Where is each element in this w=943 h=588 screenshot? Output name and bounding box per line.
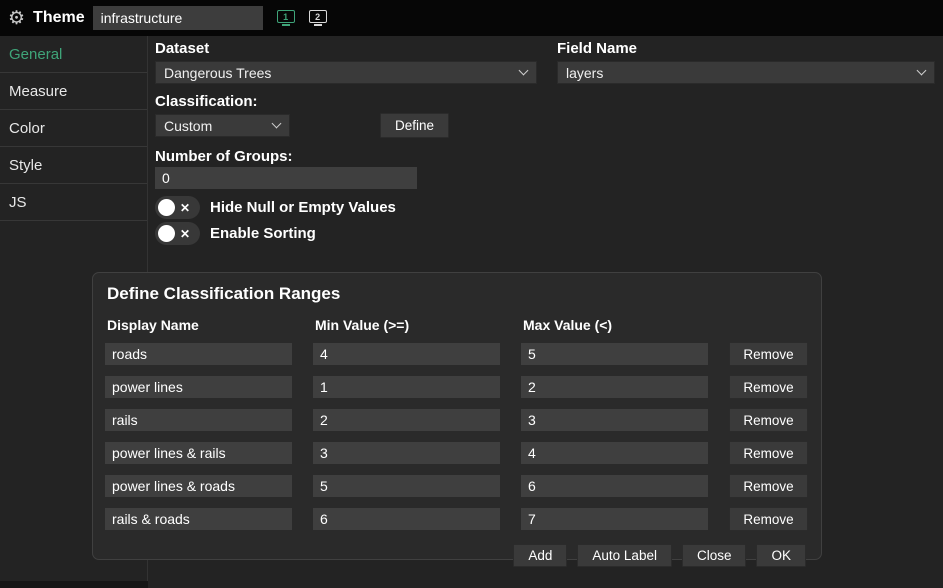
enable-sorting-toggle[interactable]: ✕ bbox=[155, 222, 200, 245]
define-button[interactable]: Define bbox=[380, 113, 450, 138]
remove-button[interactable]: Remove bbox=[729, 408, 808, 432]
ok-button[interactable]: OK bbox=[756, 544, 806, 567]
toggle-knob bbox=[158, 225, 175, 242]
sidebar-item-style[interactable]: Style bbox=[0, 147, 147, 184]
display-name-input[interactable] bbox=[105, 343, 292, 365]
define-classification-ranges-panel: Define Classification Ranges Display Nam… bbox=[92, 272, 822, 567]
remove-button[interactable]: Remove bbox=[729, 342, 808, 366]
sidebar-item-js[interactable]: JS bbox=[0, 184, 147, 221]
theme-name-input[interactable] bbox=[92, 6, 263, 30]
max-value-input[interactable] bbox=[521, 343, 708, 365]
min-value-input[interactable] bbox=[313, 475, 500, 497]
field-name-label: Field Name bbox=[557, 40, 638, 57]
toggle-off-icon: ✕ bbox=[180, 200, 191, 215]
enable-sorting-label: Enable Sorting bbox=[210, 225, 316, 242]
min-value-input[interactable] bbox=[313, 508, 500, 530]
screen-2-icon[interactable]: 2 bbox=[308, 10, 327, 26]
screen-1-box: 1 bbox=[276, 10, 295, 23]
column-header-max-value: Max Value (<) bbox=[523, 317, 613, 333]
display-name-input[interactable] bbox=[105, 508, 292, 530]
number-of-groups-label: Number of Groups: bbox=[155, 148, 293, 165]
column-header-display-name: Display Name bbox=[107, 317, 199, 333]
display-name-input[interactable] bbox=[105, 475, 292, 497]
number-of-groups-input[interactable] bbox=[155, 167, 417, 189]
theme-title: Theme bbox=[33, 9, 85, 26]
max-value-input[interactable] bbox=[521, 409, 708, 431]
classification-table: Display Name Min Value (>=) Max Value (<… bbox=[105, 317, 808, 531]
column-header-min-value: Min Value (>=) bbox=[315, 317, 410, 333]
classification-label: Classification: bbox=[155, 93, 258, 110]
hide-null-toggle[interactable]: ✕ bbox=[155, 196, 200, 219]
remove-button[interactable]: Remove bbox=[729, 375, 808, 399]
remove-button[interactable]: Remove bbox=[729, 507, 808, 531]
panel-title: Define Classification Ranges bbox=[107, 284, 341, 303]
panel-action-buttons: Add Auto Label Close OK bbox=[105, 544, 806, 567]
dataset-select-value: Dangerous Trees bbox=[164, 64, 272, 81]
hide-null-label: Hide Null or Empty Values bbox=[210, 199, 396, 216]
display-name-input[interactable] bbox=[105, 442, 292, 464]
sidebar-footer bbox=[0, 581, 148, 588]
field-name-select-value: layers bbox=[566, 64, 604, 81]
remove-button[interactable]: Remove bbox=[729, 474, 808, 498]
dataset-select[interactable]: Dangerous Trees bbox=[155, 61, 537, 84]
add-button[interactable]: Add bbox=[513, 544, 568, 567]
screen-2-stand bbox=[313, 24, 322, 26]
chevron-down-icon bbox=[518, 65, 529, 76]
min-value-input[interactable] bbox=[313, 376, 500, 398]
toggle-knob bbox=[158, 199, 175, 216]
gear-icon[interactable]: ⚙ bbox=[8, 9, 25, 28]
chevron-down-icon bbox=[916, 65, 927, 76]
classification-select[interactable]: Custom bbox=[155, 114, 290, 137]
auto-label-button[interactable]: Auto Label bbox=[577, 544, 672, 567]
remove-button[interactable]: Remove bbox=[729, 441, 808, 465]
screen-2-box: 2 bbox=[308, 10, 327, 23]
max-value-input[interactable] bbox=[521, 442, 708, 464]
close-button[interactable]: Close bbox=[681, 544, 747, 567]
hide-null-toggle-row: ✕ Hide Null or Empty Values bbox=[155, 196, 396, 219]
max-value-input[interactable] bbox=[521, 376, 708, 398]
field-name-select[interactable]: layers bbox=[557, 61, 935, 84]
dataset-label: Dataset bbox=[155, 40, 210, 57]
display-name-input[interactable] bbox=[105, 409, 292, 431]
sidebar-item-measure[interactable]: Measure bbox=[0, 73, 147, 110]
classification-select-value: Custom bbox=[164, 117, 213, 134]
top-bar: ⚙ Theme 1 2 bbox=[0, 0, 943, 36]
sidebar-item-color[interactable]: Color bbox=[0, 110, 147, 147]
max-value-input[interactable] bbox=[521, 475, 708, 497]
toggle-off-icon: ✕ bbox=[180, 226, 191, 241]
min-value-input[interactable] bbox=[313, 409, 500, 431]
max-value-input[interactable] bbox=[521, 508, 708, 530]
screen-1-icon[interactable]: 1 bbox=[276, 10, 295, 26]
display-name-input[interactable] bbox=[105, 376, 292, 398]
min-value-input[interactable] bbox=[313, 343, 500, 365]
chevron-down-icon bbox=[271, 118, 282, 129]
sidebar-item-general[interactable]: General bbox=[0, 36, 147, 73]
min-value-input[interactable] bbox=[313, 442, 500, 464]
enable-sorting-toggle-row: ✕ Enable Sorting bbox=[155, 222, 316, 245]
screen-1-stand bbox=[281, 24, 290, 26]
